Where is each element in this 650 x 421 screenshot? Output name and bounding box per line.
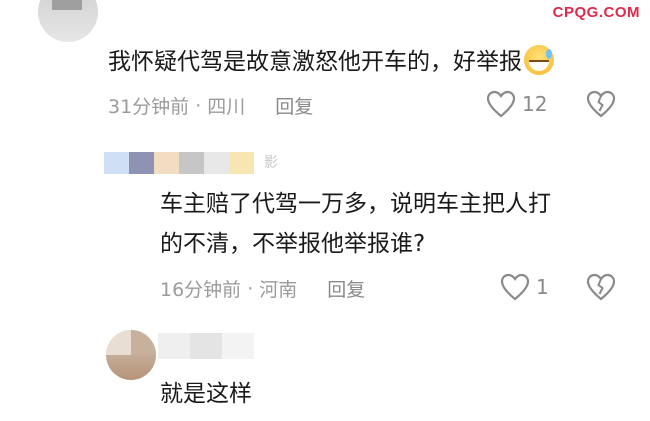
broken-heart-icon (586, 90, 616, 118)
commenter-name-fragment: 影 (264, 155, 278, 171)
comment-text: 我怀疑代驾是故意激怒他开车的，好举报 (108, 42, 554, 82)
comment-time: 16分钟前 (160, 279, 242, 301)
separator-dot: · (195, 94, 202, 117)
grinning-sweat-emoji-icon (524, 45, 554, 75)
like-count: 1 (536, 275, 549, 299)
dislike-button[interactable] (586, 90, 616, 118)
heart-icon (486, 90, 516, 118)
reply-comment-text: 车主赔了代驾一万多，说明车主把人打 的不清，不举报他举报谁? (160, 184, 551, 264)
comment-location: 河南 (259, 279, 298, 301)
heart-icon (500, 273, 530, 301)
like-count: 12 (522, 92, 548, 116)
comment-time: 31分钟前 (108, 96, 190, 118)
watermark: CPQG.COM (552, 4, 640, 21)
broken-heart-icon (586, 273, 616, 301)
reply-comment-meta: 16分钟前 · 河南 回复 (160, 275, 365, 302)
avatar[interactable] (38, 0, 98, 42)
comment-meta: 31分钟前 · 四川 回复 (108, 92, 313, 119)
reply-button[interactable]: 回复 (327, 275, 365, 302)
reply-comment-line2: 的不清，不举报他举报谁? (160, 231, 426, 257)
reply-comment-line1: 车主赔了代驾一万多，说明车主把人打 (160, 191, 551, 217)
commenter-name[interactable] (158, 333, 254, 359)
comment-text: 就是这样 (160, 381, 252, 407)
separator-dot: · (247, 277, 254, 300)
avatar[interactable] (106, 330, 156, 380)
like-button[interactable]: 12 (486, 90, 547, 118)
comment-body: 我怀疑代驾是故意激怒他开车的，好举报 (108, 49, 522, 75)
dislike-button[interactable] (586, 273, 616, 301)
reply-button[interactable]: 回复 (275, 92, 313, 119)
commenter-name[interactable]: 影 (104, 152, 278, 174)
like-button[interactable]: 1 (500, 273, 549, 301)
comment-location: 四川 (207, 96, 246, 118)
